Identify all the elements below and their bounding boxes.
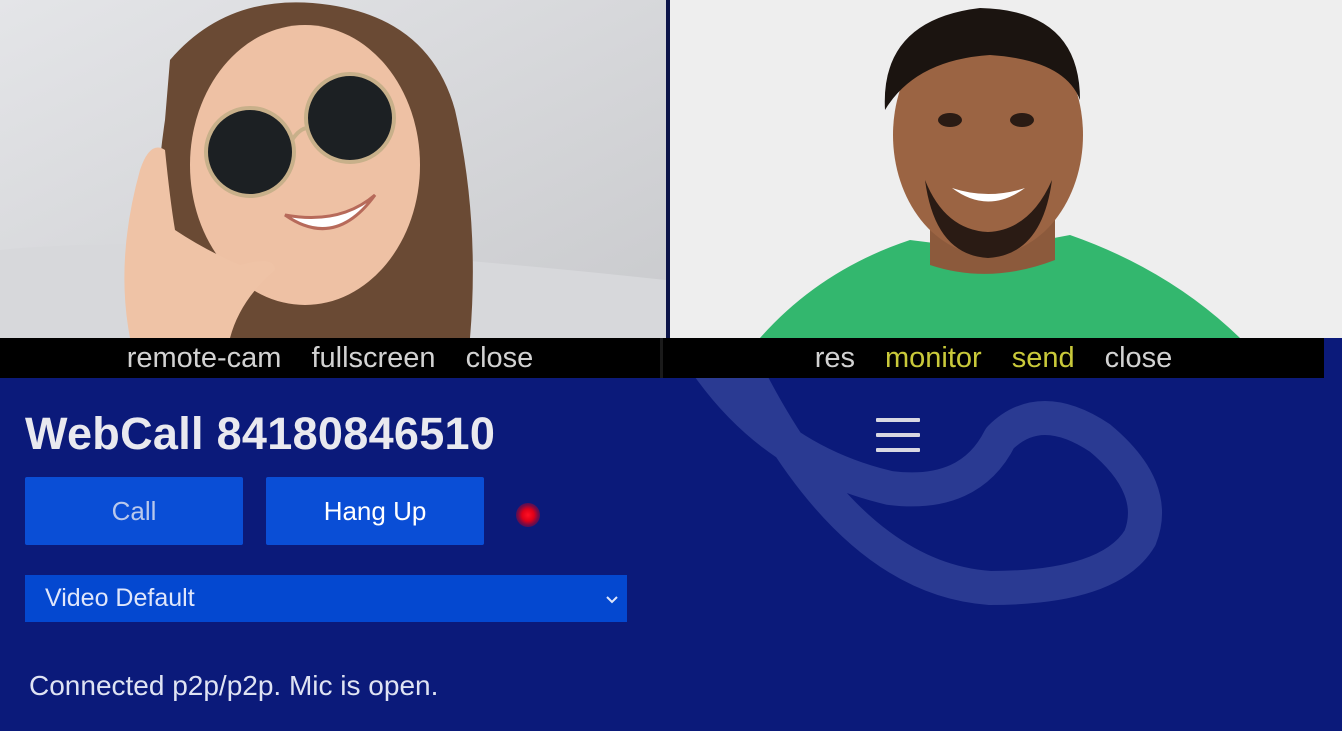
hamburger-menu-icon[interactable] xyxy=(876,418,920,452)
remote-close-button[interactable]: close xyxy=(466,338,534,378)
video-profile-value: Video Default xyxy=(45,584,195,612)
call-button[interactable]: Call xyxy=(25,477,243,545)
local-video-toolbar: res monitor send close xyxy=(663,338,1324,378)
chevron-down-icon xyxy=(606,595,618,603)
toolbar-edge xyxy=(1324,338,1342,378)
webcall-app: remote-cam fullscreen close res monitor … xyxy=(0,0,1342,731)
resolution-button[interactable]: res xyxy=(815,338,855,378)
send-toggle[interactable]: send xyxy=(1012,338,1075,378)
phone-watermark-icon xyxy=(695,378,1162,605)
remote-cam-button[interactable]: remote-cam xyxy=(127,338,282,378)
local-video xyxy=(670,0,1342,338)
remote-video-frame xyxy=(0,0,666,338)
page-title: WebCall 84180846510 xyxy=(25,408,496,459)
hang-up-button[interactable]: Hang Up xyxy=(266,477,484,545)
local-close-button[interactable]: close xyxy=(1105,338,1173,378)
video-profile-select[interactable]: Video Default xyxy=(25,575,627,622)
monitor-toggle[interactable]: monitor xyxy=(885,338,982,378)
call-control-panel: WebCall 84180846510 Call Hang Up Video D… xyxy=(0,378,1342,731)
recording-indicator-icon xyxy=(516,503,540,527)
status-text: Connected p2p/p2p. Mic is open. xyxy=(29,670,439,701)
local-video-frame xyxy=(670,0,1342,338)
fullscreen-button[interactable]: fullscreen xyxy=(311,338,435,378)
remote-video xyxy=(0,0,666,338)
remote-video-toolbar: remote-cam fullscreen close xyxy=(0,338,660,378)
